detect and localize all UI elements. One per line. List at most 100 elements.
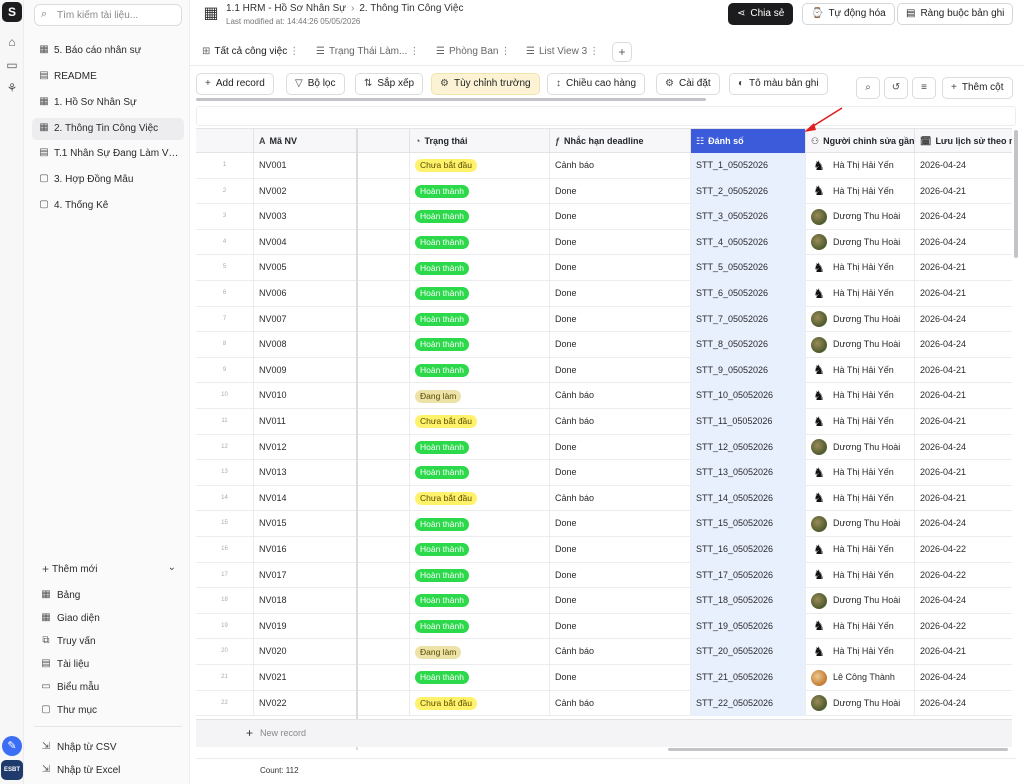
- table-row[interactable]: 9 NV009 Hoàn thành Done STT_9_05052026 ♞ Hà Th…: [196, 357, 1012, 384]
- column-header-trang_thai[interactable]: ◔ Trạng thái: [410, 129, 550, 153]
- cell-nguoi-sua[interactable]: Dương Thu Hoài: [806, 306, 915, 333]
- cell-danh-so[interactable]: STT_8_05052026: [691, 332, 806, 358]
- cell-trang-thai[interactable]: Hoàn thành: [410, 357, 550, 384]
- cell-nguoi-sua[interactable]: Dương Thu Hoài: [806, 204, 915, 230]
- cell-luu-lich-su[interactable]: 2026-04-24: [915, 691, 1012, 717]
- column-header-ma[interactable]: A Mã NV: [254, 129, 358, 153]
- cell-nguoi-sua[interactable]: Dương Thu Hoài: [806, 434, 915, 461]
- cell-blank[interactable]: [358, 204, 410, 230]
- table-row[interactable]: 8 NV008 Hoàn thành Done STT_8_05052026 Dương …: [196, 332, 1012, 358]
- cell-nguoi-sua[interactable]: ♞ Hà Thị Hải Yến: [806, 460, 915, 486]
- cell-blank[interactable]: [358, 613, 410, 640]
- cell-luu-lich-su[interactable]: 2026-04-21: [915, 639, 1012, 665]
- cell-trang-thai[interactable]: Hoàn thành: [410, 562, 550, 589]
- cell-blank[interactable]: [358, 383, 410, 409]
- cell-danh-so[interactable]: STT_9_05052026: [691, 357, 806, 384]
- cell-nguoi-sua[interactable]: ♞ Hà Thị Hải Yến: [806, 562, 915, 589]
- cell-blank[interactable]: [358, 409, 410, 435]
- cell-blank[interactable]: [358, 511, 410, 537]
- view-tab-all-tasks[interactable]: ⊞ Tất cả công việc ⋮: [202, 41, 299, 63]
- cell-luu-lich-su[interactable]: 2026-04-24: [915, 230, 1012, 256]
- more-icon[interactable]: ⋮: [589, 41, 599, 63]
- cell-nguoi-sua[interactable]: ♞ Hà Thị Hải Yến: [806, 281, 915, 307]
- cell-nhac-han[interactable]: Done: [550, 562, 691, 589]
- add-new-item[interactable]: ▦ Giao diện: [38, 608, 184, 628]
- share-button[interactable]: ⋖ Chia sẻ: [728, 3, 794, 25]
- cell-danh-so[interactable]: STT_1_05052026: [691, 153, 806, 179]
- cell-ma-nv[interactable]: NV012: [254, 434, 358, 461]
- cell-trang-thai[interactable]: Hoàn thành: [410, 665, 550, 691]
- cell-danh-so[interactable]: STT_14_05052026: [691, 485, 806, 512]
- cell-luu-lich-su[interactable]: 2026-04-24: [915, 332, 1012, 358]
- cell-blank[interactable]: [358, 281, 410, 307]
- cell-danh-so[interactable]: STT_10_05052026: [691, 383, 806, 409]
- table-row[interactable]: 19 NV019 Hoàn thành Done STT_19_05052026 ♞ Hà …: [196, 613, 1012, 640]
- customize-fields-button[interactable]: ⚙ Tùy chỉnh trường: [431, 73, 540, 95]
- cell-luu-lich-su[interactable]: 2026-04-21: [915, 460, 1012, 486]
- cell-danh-so[interactable]: STT_3_05052026: [691, 204, 806, 230]
- cell-nhac-han[interactable]: Done: [550, 511, 691, 537]
- edit-icon[interactable]: ✎: [2, 736, 22, 756]
- cell-danh-so[interactable]: STT_19_05052026: [691, 613, 806, 640]
- cell-trang-thai[interactable]: Đang làm: [410, 383, 550, 409]
- add-new-item[interactable]: ▭ Biểu mẫu: [38, 677, 184, 697]
- cell-ma-nv[interactable]: NV019: [254, 613, 358, 640]
- cell-luu-lich-su[interactable]: 2026-04-22: [915, 614, 1012, 640]
- table-row[interactable]: 11 NV011 Chưa bắt đầu Cảnh báo STT_11_050520…: [196, 409, 1012, 435]
- cell-blank[interactable]: [358, 153, 410, 179]
- view-tab-department[interactable]: ☰ Phòng Ban ⋮: [436, 41, 510, 63]
- cell-danh-so[interactable]: STT_22_05052026: [691, 690, 806, 717]
- table-row[interactable]: 2 NV002 Hoàn thành Done STT_2_05052026 ♞ Hà Th…: [196, 178, 1012, 205]
- cell-ma-nv[interactable]: NV021: [254, 665, 358, 691]
- column-header-danh_so[interactable]: ☷ Đánh số: [691, 129, 806, 153]
- cell-blank[interactable]: [358, 690, 410, 717]
- cell-nguoi-sua[interactable]: ♞ Hà Thị Hải Yến: [806, 537, 915, 563]
- table-row[interactable]: 5 NV005 Hoàn thành Done STT_5_05052026 ♞ Hà Th…: [196, 255, 1012, 281]
- add-new-item[interactable]: ⧉ Truy vấn: [38, 631, 184, 651]
- search-input[interactable]: [57, 7, 177, 23]
- chevron-down-icon[interactable]: ⌄: [168, 562, 176, 573]
- search-toolbar-button[interactable]: ⌕: [856, 77, 880, 99]
- cell-luu-lich-su[interactable]: 2026-04-21: [915, 486, 1012, 512]
- new-record-row[interactable]: + New record: [196, 719, 1012, 747]
- cell-danh-so[interactable]: STT_5_05052026: [691, 255, 806, 281]
- cell-trang-thai[interactable]: Hoàn thành: [410, 537, 550, 563]
- cell-nhac-han[interactable]: Done: [550, 281, 691, 307]
- import-item[interactable]: ⇲ Nhập từ CSV: [38, 737, 184, 757]
- cell-nguoi-sua[interactable]: ♞ Hà Thị Hải Yến: [806, 613, 915, 640]
- cell-ma-nv[interactable]: NV014: [254, 485, 358, 512]
- more-icon[interactable]: ⋮: [500, 41, 510, 63]
- cell-luu-lich-su[interactable]: 2026-04-21: [915, 383, 1012, 409]
- cell-nhac-han[interactable]: Done: [550, 178, 691, 205]
- cell-luu-lich-su[interactable]: 2026-04-24: [915, 665, 1012, 691]
- table-row[interactable]: 15 NV015 Hoàn thành Done STT_15_05052026 Dươn…: [196, 511, 1012, 537]
- cell-danh-so[interactable]: STT_2_05052026: [691, 178, 806, 205]
- table-row[interactable]: 13 NV013 Hoàn thành Done STT_13_05052026 ♞ Hà …: [196, 460, 1012, 486]
- cell-nhac-han[interactable]: Done: [550, 332, 691, 358]
- cell-danh-so[interactable]: STT_15_05052026: [691, 511, 806, 537]
- cell-trang-thai[interactable]: Chưa bắt đầu: [410, 690, 550, 717]
- sidebar-item[interactable]: ▢ 3. Hợp Đồng Mẫu: [32, 169, 184, 191]
- cell-luu-lich-su[interactable]: 2026-04-22: [915, 563, 1012, 589]
- app-logo-icon[interactable]: S: [2, 2, 22, 22]
- cell-luu-lich-su[interactable]: 2026-04-21: [915, 255, 1012, 281]
- cell-danh-so[interactable]: STT_17_05052026: [691, 562, 806, 589]
- color-records-button[interactable]: ◐ Tô màu bản ghi: [729, 73, 828, 95]
- table-row[interactable]: 16 NV016 Hoàn thành Done STT_16_05052026 ♞ Hà …: [196, 537, 1012, 563]
- cell-blank[interactable]: [358, 255, 410, 281]
- sidebar-item[interactable]: ▢ 4. Thống Kê: [32, 195, 184, 217]
- row-height-button[interactable]: ↕ Chiều cao hàng: [547, 73, 646, 95]
- frozen-column-divider[interactable]: [356, 129, 358, 750]
- cell-ma-nv[interactable]: NV020: [254, 639, 358, 665]
- table-row[interactable]: 6 NV006 Hoàn thành Done STT_6_05052026 ♞ Hà Th…: [196, 281, 1012, 307]
- cell-blank[interactable]: [358, 460, 410, 486]
- cell-trang-thai[interactable]: Hoàn thành: [410, 281, 550, 307]
- cell-nhac-han[interactable]: Done: [550, 588, 691, 614]
- cell-trang-thai[interactable]: Hoàn thành: [410, 613, 550, 640]
- cell-ma-nv[interactable]: NV018: [254, 588, 358, 614]
- cell-luu-lich-su[interactable]: 2026-04-24: [915, 588, 1012, 614]
- table-row[interactable]: 17 NV017 Hoàn thành Done STT_17_05052026 ♞ Hà …: [196, 562, 1012, 589]
- cell-nguoi-sua[interactable]: ♞ Hà Thị Hải Yến: [806, 409, 915, 435]
- cell-danh-so[interactable]: STT_4_05052026: [691, 229, 806, 256]
- cell-ma-nv[interactable]: NV013: [254, 460, 358, 486]
